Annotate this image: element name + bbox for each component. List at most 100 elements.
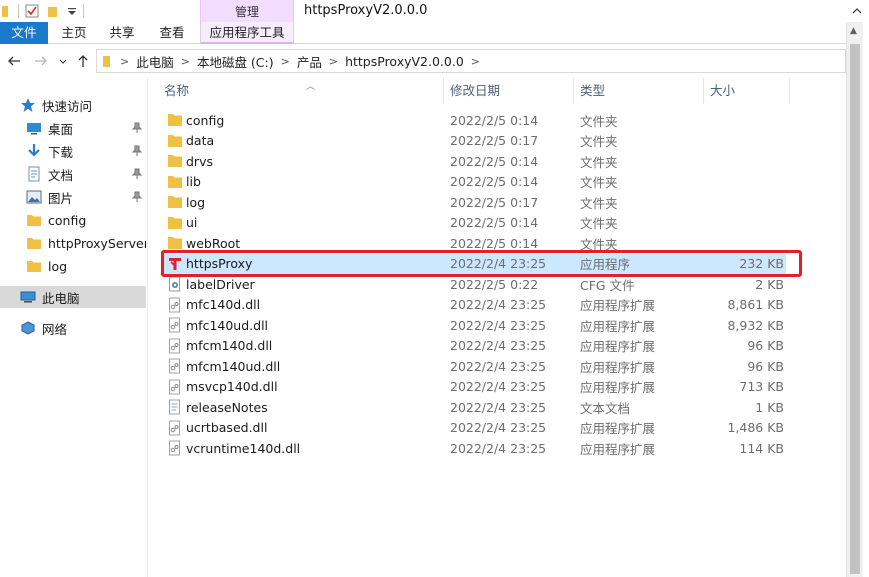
file-date-modified: 2022/2/4 23:25	[450, 379, 547, 394]
breadcrumb-separator[interactable]: >	[181, 55, 190, 68]
file-name: mfc140d.dll	[186, 297, 261, 312]
folder-small-icon	[103, 56, 110, 67]
breadcrumb-this-pc[interactable]: 此电脑	[136, 52, 174, 71]
file-date-modified: 2022/2/4 23:25	[450, 256, 547, 271]
sort-ascending-icon: ︿	[306, 82, 316, 92]
file-date-modified: 2022/2/4 23:25	[450, 358, 547, 374]
scrollbar-thumb[interactable]	[850, 44, 860, 574]
file-row-httpsproxy[interactable]: httpsProxy 2022/2/4 23:25 应用程序 232 KB	[164, 253, 786, 274]
folder-icon	[168, 237, 182, 249]
breadcrumb-separator[interactable]: >	[329, 55, 338, 68]
file-row-releasenotes[interactable]: releaseNotes 2022/2/4 23:25 文本文档 1 KB	[164, 397, 786, 417]
address-bar[interactable]: > 此电脑 > 本地磁盘 (C:) > 产品 > httpsProxyV2.0.…	[96, 49, 846, 73]
file-type: 应用程序扩展	[580, 318, 656, 334]
nav-item-config[interactable]: config	[0, 209, 146, 231]
nav-item-downloads[interactable]: 下载	[0, 140, 146, 162]
column-header-type[interactable]: 类型	[574, 78, 704, 104]
properties-check-icon[interactable]	[25, 4, 39, 18]
nav-item-label: 文档	[48, 167, 74, 183]
file-row-msvcp140d-dll[interactable]: msvcp140d.dll 2022/2/4 23:25 应用程序扩展 713 KB	[164, 377, 786, 397]
file-row-lib[interactable]: lib 2022/2/5 0:14 文件夹	[164, 172, 786, 192]
folder-icon	[27, 238, 41, 249]
pin-icon[interactable]	[132, 122, 142, 134]
file-date-modified: 2022/2/4 23:25	[450, 420, 547, 435]
folder-small-icon	[2, 6, 8, 17]
folder-icon	[27, 261, 41, 272]
nav-item-network[interactable]: 网络	[0, 317, 146, 339]
breadcrumb-httpsproxy-folder[interactable]: httpsProxyV2.0.0.0	[345, 54, 464, 69]
pin-icon[interactable]	[132, 168, 142, 180]
context-tab-header-manage: 管理	[200, 0, 294, 22]
file-row-labeldriver[interactable]: labelDriver 2022/2/5 0:22 CFG 文件 2 KB	[164, 274, 786, 294]
file-type: 文件夹	[580, 175, 618, 190]
pin-icon[interactable]	[132, 191, 142, 203]
file-date-modified: 2022/2/5 0:14	[450, 112, 539, 128]
file-row-log[interactable]: log 2022/2/5 0:17 文件夹	[164, 192, 786, 212]
vertical-scrollbar[interactable]: ▲	[846, 22, 863, 577]
file-name: vcruntime140d.dll	[186, 440, 301, 456]
up-arrow-icon[interactable]	[75, 53, 91, 69]
pin-icon[interactable]	[132, 145, 142, 157]
folder-icon	[168, 134, 182, 147]
ribbon-collapse-chevron-icon[interactable]	[850, 4, 864, 18]
file-row-mfc140d-dll[interactable]: mfc140d.dll 2022/2/4 23:25 应用程序扩展 8,861 KB	[164, 295, 786, 315]
column-header-date-modified[interactable]: 修改日期	[444, 78, 574, 104]
dll-file-icon	[169, 297, 180, 312]
file-row-config[interactable]: config 2022/2/5 0:14 文件夹	[164, 110, 786, 130]
file-type: 文本文档	[580, 400, 631, 416]
file-row-mfcm140d-dll[interactable]: mfcm140d.dll 2022/2/4 23:25 应用程序扩展 96 KB	[164, 336, 786, 356]
column-header-name[interactable]: 名称 ︿	[158, 78, 444, 104]
nav-item-desktop[interactable]: 桌面	[0, 117, 146, 139]
tab-share[interactable]: 共享	[100, 22, 144, 44]
file-name: mfcm140ud.dll	[186, 358, 281, 374]
desktop-icon	[27, 123, 41, 135]
recent-locations-chevron-icon[interactable]	[58, 53, 68, 69]
tab-view[interactable]: 查看	[150, 22, 194, 44]
file-date-modified: 2022/2/5 0:17	[450, 194, 539, 210]
ribbon-tabs: 文件 主页 共享 查看 应用程序工具	[0, 22, 848, 44]
file-type: 文件夹	[580, 236, 618, 252]
nav-item-documents[interactable]: 文档	[0, 163, 146, 185]
file-name: drvs	[186, 153, 213, 169]
file-date-modified: 2022/2/4 23:25	[450, 440, 547, 456]
file-row-drvs[interactable]: drvs 2022/2/5 0:14 文件夹	[164, 151, 786, 171]
file-row-vcruntime140d-dll[interactable]: vcruntime140d.dll 2022/2/4 23:25 应用程序扩展 114…	[164, 438, 786, 458]
app-icon	[169, 257, 181, 270]
breadcrumb-separator[interactable]: >	[120, 55, 129, 68]
nav-item-label: log	[48, 258, 68, 274]
nav-item-label: 下载	[48, 144, 74, 160]
tab-application-tools[interactable]: 应用程序工具	[200, 22, 294, 44]
folder-icon	[168, 196, 182, 208]
breadcrumb-local-disk-c[interactable]: 本地磁盘 (C:)	[197, 52, 274, 71]
file-date-modified: 2022/2/4 23:25	[450, 399, 547, 415]
file-name: mfc140ud.dll	[186, 317, 269, 333]
nav-item-quick-access[interactable]: 快速访问	[0, 94, 146, 116]
file-name: msvcp140d.dll	[186, 379, 278, 394]
forward-arrow-icon[interactable]	[33, 53, 49, 69]
tab-file[interactable]: 文件	[0, 22, 48, 44]
nav-item-httpproxyserverv2[interactable]: httpProxyServerV2	[0, 232, 146, 254]
breadcrumb-separator[interactable]: >	[281, 55, 290, 68]
file-type: 应用程序扩展	[580, 380, 656, 395]
file-type: 应用程序扩展	[580, 298, 656, 313]
file-row-ucrtbased-dll[interactable]: ucrtbased.dll 2022/2/4 23:25 应用程序扩展 1,486 K…	[164, 418, 786, 438]
file-name: releaseNotes	[186, 399, 268, 415]
file-row-mfc140ud-dll[interactable]: mfc140ud.dll 2022/2/4 23:25 应用程序扩展 8,932 KB	[164, 315, 786, 335]
back-arrow-icon[interactable]	[6, 53, 22, 69]
breadcrumb-products[interactable]: 产品	[297, 52, 322, 71]
file-row-webroot[interactable]: webRoot 2022/2/5 0:14 文件夹	[164, 233, 786, 253]
column-header-size[interactable]: 大小	[704, 78, 790, 104]
file-row-mfcm140ud-dll[interactable]: mfcm140ud.dll 2022/2/4 23:25 应用程序扩展 96 KB	[164, 356, 786, 376]
nav-item-this-pc[interactable]: 此电脑	[0, 286, 146, 308]
file-row-data[interactable]: data 2022/2/5 0:17 文件夹	[164, 131, 786, 151]
tab-home[interactable]: 主页	[52, 22, 96, 44]
new-folder-icon[interactable]	[47, 4, 61, 18]
nav-item-label: config	[48, 212, 87, 228]
qat-dropdown-icon[interactable]	[67, 4, 77, 18]
file-row-ui[interactable]: ui 2022/2/5 0:14 文件夹	[164, 213, 786, 233]
breadcrumb-separator[interactable]: >	[471, 55, 480, 68]
scroll-up-arrow-icon[interactable]: ▲	[850, 26, 857, 36]
file-type: 应用程序	[580, 257, 631, 272]
nav-item-pictures[interactable]: 图片	[0, 186, 146, 208]
nav-item-log[interactable]: log	[0, 255, 146, 277]
